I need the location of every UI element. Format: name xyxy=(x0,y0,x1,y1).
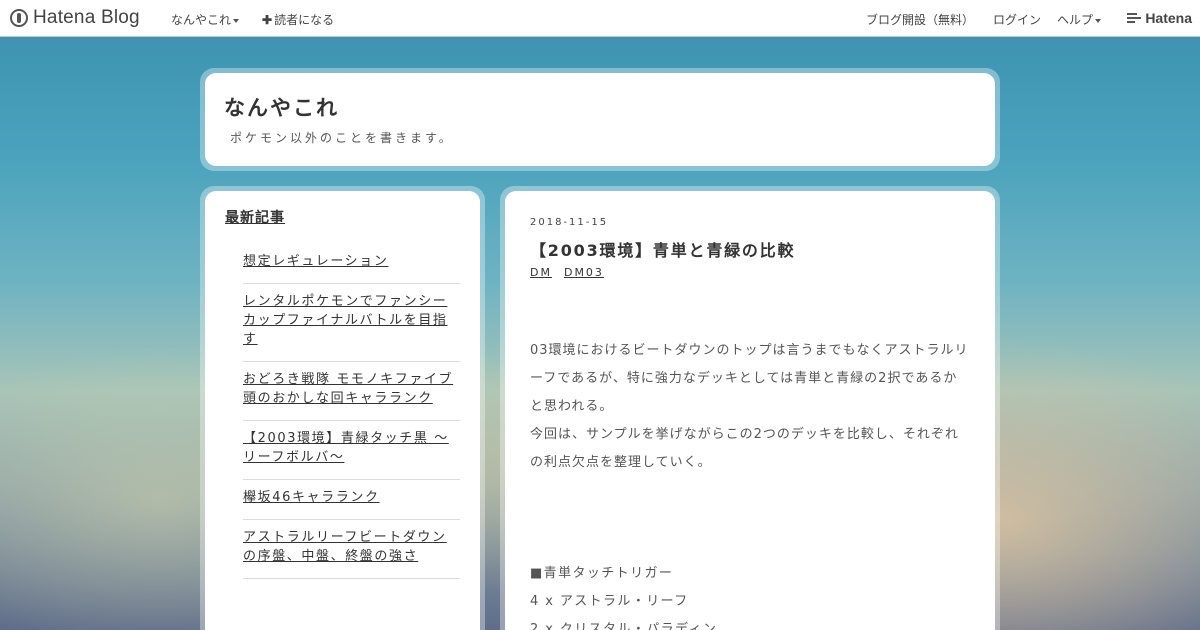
blog-menu-label: なんやこれ xyxy=(171,13,232,27)
hatena-logo-text: Hatena xyxy=(1145,10,1192,26)
help-dropdown[interactable]: ヘルプ xyxy=(1057,11,1102,28)
deck-list: ■青単タッチトリガー 4 x アストラル・リーフ 2 x クリスタル・パラディン xyxy=(530,560,970,630)
recent-entries-heading[interactable]: 最新記事 xyxy=(225,207,285,227)
entry-body: 03環境におけるビートダウンのトップは言うまでもなくアストラルリーフであるが、特… xyxy=(530,337,970,477)
login-link[interactable]: ログイン xyxy=(993,11,1041,28)
deck-list-item: 4 x アストラル・リーフ xyxy=(530,594,689,609)
recent-entry-link[interactable]: レンタルポケモンでファンシーカップファイナルバトルを目指す xyxy=(243,294,448,347)
deck-list-item: 2 x クリスタル・パラディン xyxy=(530,622,718,630)
entry-title[interactable]: 【2003環境】青単と青緑の比較 xyxy=(530,237,795,261)
entry-categories: DM DM03 xyxy=(530,266,604,279)
recent-entry-item: レンタルポケモンでファンシーカップファイナルバトルを目指す xyxy=(243,284,460,362)
plus-icon: ✚ xyxy=(262,13,273,27)
recent-entry-link[interactable]: 想定レギュレーション xyxy=(243,254,388,269)
recent-entry-link[interactable]: 欅坂46キャラランク xyxy=(243,490,380,505)
subscribe-label: 読者になる xyxy=(274,13,335,27)
open-blog-link[interactable]: ブログ開設（無料） xyxy=(866,11,974,28)
recent-entry-link[interactable]: おどろき戦隊 モモノキファイブ 頭のおかしな回キャラランク xyxy=(243,372,453,406)
deck-list-heading: ■青単タッチトリガー xyxy=(530,566,674,581)
entry-date[interactable]: 2018-11-15 xyxy=(530,217,608,228)
subscribe-button[interactable]: ✚ 読者になる xyxy=(262,11,334,28)
recent-entry-item: 欅坂46キャラランク xyxy=(243,480,460,520)
entry-paragraph: 03環境におけるビートダウンのトップは言うまでもなくアストラルリーフであるが、特… xyxy=(530,343,969,414)
help-label: ヘルプ xyxy=(1057,13,1094,27)
recent-entry-link[interactable]: 【2003環境】青緑タッチ黒 ～リーフボルバ～ xyxy=(243,431,449,465)
recent-entry-item: 想定レギュレーション xyxy=(243,244,460,284)
entry-paragraph: 今回は、サンプルを挙げながらこの2つのデッキを比較し、それぞれの利点欠点を整理し… xyxy=(530,427,959,470)
hatena-mark-icon xyxy=(1127,13,1142,23)
recent-entry-item: おどろき戦隊 モモノキファイブ 頭のおかしな回キャラランク xyxy=(243,362,460,421)
recent-entries-list: 想定レギュレーション レンタルポケモンでファンシーカップファイナルバトルを目指す… xyxy=(243,244,460,579)
global-header: Hatena Blog なんやこれ ✚ 読者になる ブログ開設（無料） ログイン … xyxy=(0,0,1200,37)
hatena-blog-logo-icon xyxy=(10,9,28,27)
caret-down-icon xyxy=(1095,18,1102,23)
blog-description: ポケモン以外のことを書きます。 xyxy=(230,131,454,145)
blog-title[interactable]: なんやこれ xyxy=(224,92,339,122)
entry-category-link[interactable]: DM03 xyxy=(564,266,604,279)
recent-entry-item: アストラルリーフビートダウンの序盤、中盤、終盤の強さ xyxy=(243,520,460,579)
hatena-blog-logo[interactable]: Hatena Blog xyxy=(10,7,140,29)
blog-menu-dropdown[interactable]: なんやこれ xyxy=(171,11,240,28)
recent-entry-link[interactable]: アストラルリーフビートダウンの序盤、中盤、終盤の強さ xyxy=(243,530,447,564)
hatena-blog-logo-text: Hatena Blog xyxy=(33,7,140,28)
caret-down-icon xyxy=(233,18,240,23)
hatena-logo[interactable]: Hatena xyxy=(1127,10,1192,26)
recent-entry-item: 【2003環境】青緑タッチ黒 ～リーフボルバ～ xyxy=(243,421,460,480)
entry-category-link[interactable]: DM xyxy=(530,266,552,279)
